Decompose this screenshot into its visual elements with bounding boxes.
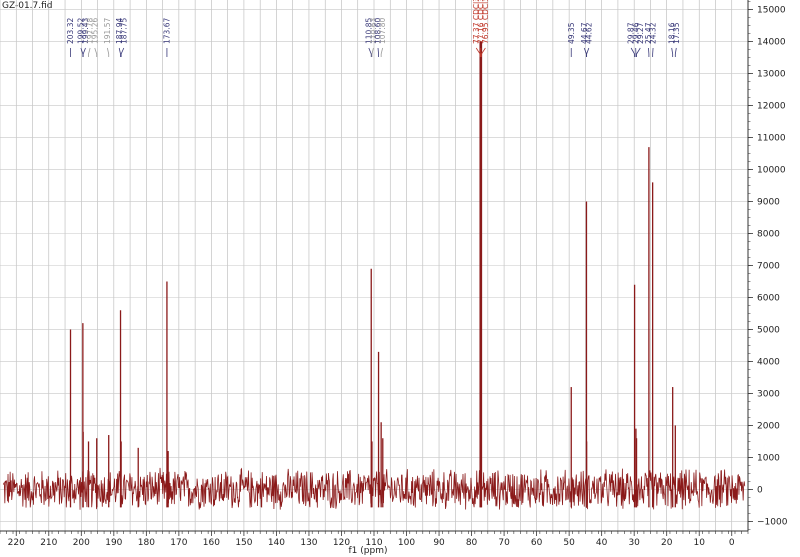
peak-label: 49.35: [567, 22, 576, 44]
y-tick-label: 8000: [757, 230, 780, 240]
peak-label-leader: [368, 47, 372, 57]
x-tick-label: 150: [235, 538, 252, 548]
x-tick-label: 90: [433, 538, 445, 548]
x-tick-label: 190: [105, 538, 122, 548]
peak-label-leader: [106, 47, 110, 57]
x-tick-label: 180: [138, 538, 155, 548]
y-tick-label: 3000: [757, 389, 780, 399]
y-tick-label: 12000: [757, 102, 786, 112]
x-tick-label: 80: [466, 538, 478, 548]
peak-label-leader: [82, 47, 86, 57]
y-tick-label: 15000: [757, 6, 786, 16]
y-tick-label: 13000: [757, 70, 786, 80]
peak-label: 191.57: [103, 18, 112, 44]
x-tick-label: 70: [498, 538, 510, 548]
peak-label: 17.35: [672, 22, 681, 44]
x-tick-label: 30: [628, 538, 640, 548]
y-tick-label: 4000: [757, 357, 780, 367]
x-tick-label: 220: [8, 538, 25, 548]
peak-label: 76.95 CDCl3: [481, 0, 490, 44]
x-tick-label: 50: [563, 538, 575, 548]
x-tick-label: 100: [398, 538, 415, 548]
peak-label: 195.26: [90, 18, 99, 44]
y-tick-label: 9000: [757, 198, 780, 208]
x-tick-label: 10: [693, 538, 705, 548]
x-tick-label: 170: [170, 538, 187, 548]
x-tick-label: 20: [661, 538, 673, 548]
peak-label-leader: [586, 47, 590, 57]
peak-label: 107.80: [378, 18, 387, 44]
y-tick-label: 10000: [757, 166, 786, 176]
peak-label-leader: [120, 47, 125, 57]
x-tick-label: 60: [531, 538, 543, 548]
peak-label-leader: [380, 47, 384, 57]
peak-label: 203.32: [66, 18, 75, 44]
y-tick-label: 6000: [757, 293, 780, 303]
axis-layer: 220 210 200 190 180 170 160 150 140 130 120 110 100 9…: [0, 0, 788, 548]
peak-label-leader: [118, 47, 121, 57]
peak-label-leader: [377, 47, 379, 57]
y-tick-label: 1000: [757, 453, 780, 463]
x-tick-label: 210: [40, 538, 57, 548]
peak-label-layer: 203.32 199.52199.43197.78195.26 191.57 187.…: [66, 0, 681, 57]
y-tick-label: 11000: [757, 134, 786, 144]
x-tick-label: 0: [729, 538, 735, 548]
peak-label: 173.67: [163, 18, 172, 44]
x-tick-label: 40: [596, 538, 608, 548]
peak-label-leader: [371, 47, 374, 57]
y-tick-label: 0: [757, 485, 763, 495]
y-tick-label: 7000: [757, 262, 780, 272]
peak-label-leader: [636, 47, 641, 57]
nmr-spectrum-chart: 220 210 200 190 180 170 160 150 140 130 120 110 100 9…: [0, 0, 788, 556]
peak-label-leader: [671, 47, 674, 57]
peak-label: 44.62: [584, 22, 593, 44]
x-tick-label: 130: [300, 538, 317, 548]
y-tick-label: 14000: [757, 38, 786, 48]
x-tick-label: 140: [268, 538, 285, 548]
y-tick-label: 2000: [757, 421, 780, 431]
x-tick-label: 160: [203, 538, 220, 548]
peak-label-leader: [94, 47, 98, 57]
peak-label-leader: [88, 47, 91, 57]
y-tick-label: −1000: [757, 517, 788, 527]
x-tick-label: 200: [73, 538, 90, 548]
x-axis-label: f1 (ppm): [349, 546, 388, 556]
peak-label-leader: [674, 47, 677, 57]
y-tick-label: 5000: [757, 325, 780, 335]
peak-label: 187.75: [119, 18, 128, 44]
peak-label: 24.32: [649, 22, 658, 44]
